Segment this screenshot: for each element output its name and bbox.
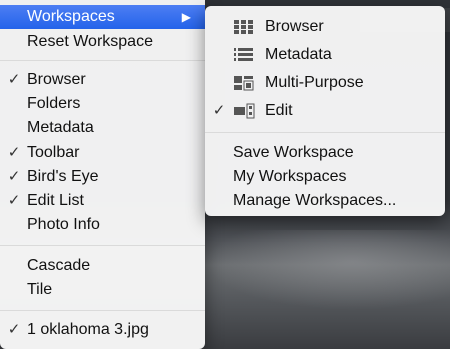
menu-item-label: Browser — [27, 71, 86, 88]
submenu-item-label: My Workspaces — [233, 168, 347, 185]
menu-item-label: Edit List — [27, 192, 84, 209]
menu-item-reset-workspace[interactable]: Reset Workspace — [0, 30, 205, 54]
submenu-item-label: Browser — [265, 18, 324, 35]
checkmark-icon: ✓ — [7, 192, 21, 209]
submenu-item-label: Save Workspace — [233, 144, 354, 161]
menu-separator — [0, 245, 205, 246]
submenu-item-edit[interactable]: ✓ Edit — [205, 99, 445, 123]
menu-item-label: Metadata — [27, 119, 94, 136]
submenu-arrow-icon: ▶ — [181, 10, 191, 24]
submenu-item-metadata[interactable]: Metadata — [205, 43, 445, 67]
submenu-item-label: Metadata — [265, 46, 332, 63]
menu-item-edit-list[interactable]: ✓ Edit List — [0, 189, 205, 213]
menu-item-metadata[interactable]: Metadata — [0, 116, 205, 140]
checkmark-icon: ✓ — [7, 168, 21, 185]
background-photo — [205, 230, 450, 310]
menu-item-label: Bird's Eye — [27, 168, 99, 185]
menu-item-label: 1 oklahoma 3.jpg — [27, 321, 149, 338]
browser-grid-icon — [234, 20, 253, 34]
menu-item-birds-eye[interactable]: ✓ Bird's Eye — [0, 165, 205, 189]
menu-item-folders[interactable]: Folders — [0, 92, 205, 116]
menu-item-tile[interactable]: Tile — [0, 278, 205, 302]
menu-separator — [0, 310, 205, 311]
submenu-item-save-workspace[interactable]: Save Workspace — [205, 141, 445, 165]
multi-purpose-icon — [234, 76, 254, 91]
checkmark-icon: ✓ — [7, 144, 21, 161]
submenu-item-multi-purpose[interactable]: Multi-Purpose — [205, 71, 445, 95]
metadata-list-icon — [234, 48, 253, 61]
menu-item-label: Reset Workspace — [27, 33, 153, 50]
submenu-item-my-workspaces[interactable]: My Workspaces — [205, 165, 445, 189]
menu-item-label: Cascade — [27, 257, 91, 274]
menu-item-label: Toolbar — [27, 144, 80, 161]
menu-item-label: Workspaces — [27, 8, 115, 25]
menu-item-label: Folders — [27, 95, 81, 112]
menu-item-workspaces[interactable]: Workspaces ▶ — [0, 5, 205, 29]
checkmark-icon: ✓ — [7, 71, 21, 88]
menu-item-photo-info[interactable]: Photo Info — [0, 213, 205, 237]
edit-workspace-icon — [234, 103, 255, 119]
workspaces-submenu: Browser Metadata Multi-Purpose ✓ Edit Sa… — [205, 6, 445, 216]
menu-separator — [205, 132, 445, 133]
submenu-item-label: Multi-Purpose — [265, 74, 364, 91]
submenu-item-browser[interactable]: Browser — [205, 15, 445, 39]
menu-item-label: Tile — [27, 281, 53, 298]
menu-separator — [0, 60, 205, 61]
submenu-item-manage-workspaces[interactable]: Manage Workspaces... — [205, 189, 445, 213]
submenu-item-label: Edit — [265, 102, 293, 119]
menu-item-cascade[interactable]: Cascade — [0, 254, 205, 278]
menu-item-window-document[interactable]: ✓ 1 oklahoma 3.jpg — [0, 318, 205, 342]
menu-item-browser[interactable]: ✓ Browser — [0, 68, 205, 92]
checkmark-icon: ✓ — [7, 321, 21, 338]
checkmark-icon: ✓ — [212, 102, 226, 119]
window-menu: Workspaces ▶ Reset Workspace ✓ Browser F… — [0, 0, 205, 349]
menu-item-toolbar[interactable]: ✓ Toolbar — [0, 141, 205, 165]
submenu-item-label: Manage Workspaces... — [233, 192, 397, 209]
menu-item-label: Photo Info — [27, 216, 100, 233]
